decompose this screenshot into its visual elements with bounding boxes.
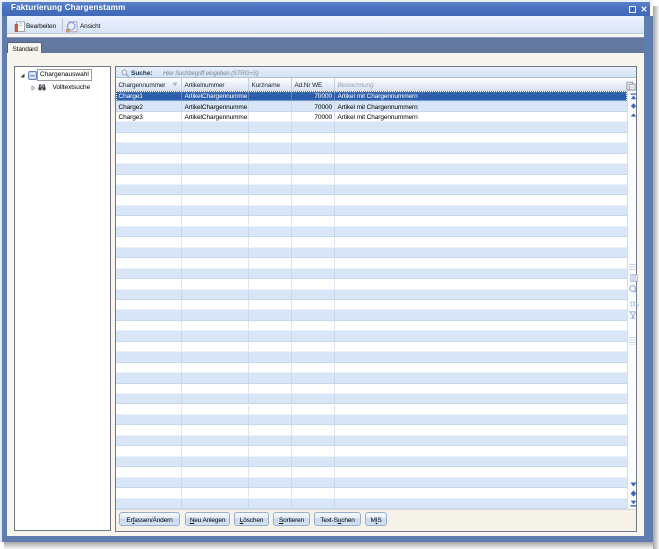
svg-text:145: 145 [630, 302, 639, 308]
